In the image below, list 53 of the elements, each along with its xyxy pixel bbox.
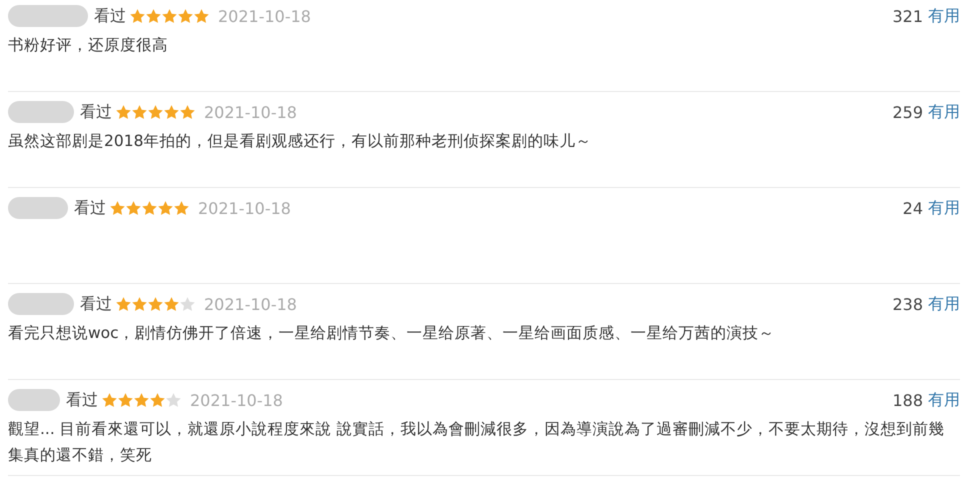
- watched-label: 看过: [80, 102, 112, 122]
- vote-count: 259: [892, 102, 923, 122]
- star-icon: [164, 297, 179, 311]
- star-icon: [134, 393, 149, 407]
- useful-link[interactable]: 有用: [928, 390, 960, 410]
- useful-link[interactable]: 有用: [928, 294, 960, 314]
- star-icon: [146, 9, 161, 23]
- review-date: 2021-10-18: [218, 6, 311, 26]
- star-icon: [164, 105, 179, 119]
- star-icon: [180, 105, 195, 119]
- star-icon: [194, 9, 209, 23]
- blurred-username: [8, 389, 60, 411]
- review-text: 虽然这部剧是2018年拍的，但是看剧观感还行，有以前那种老刑侦探案剧的味儿～: [8, 131, 592, 152]
- useful-link[interactable]: 有用: [928, 102, 960, 122]
- star-icon: [132, 105, 147, 119]
- star-icon: [148, 297, 163, 311]
- star-icon: [158, 201, 173, 215]
- useful-link[interactable]: 有用: [928, 6, 960, 26]
- star-icon: [116, 297, 131, 311]
- review-date: 2021-10-18: [204, 102, 297, 122]
- review-date: 2021-10-18: [198, 198, 291, 218]
- review-date: 2021-10-18: [190, 390, 283, 410]
- star-icon: [150, 393, 165, 407]
- review-date: 2021-10-18: [204, 294, 297, 314]
- star-icon: [148, 105, 163, 119]
- vote-count: 238: [892, 294, 923, 314]
- watched-label: 看过: [66, 390, 98, 410]
- star-icon: [126, 201, 141, 215]
- star-icon: [110, 201, 125, 215]
- review-text: 看完只想说woc，剧情仿佛开了倍速，一星给剧情节奏、一星给原著、一星给画面质感、一星给万茜的演技～: [8, 323, 776, 344]
- vote-count: 188: [892, 390, 923, 410]
- star-icon: [118, 393, 133, 407]
- watched-label: 看过: [94, 6, 126, 26]
- star-icon: [166, 393, 181, 407]
- review-text: 书粉好评，还原度很高: [8, 35, 169, 56]
- star-icon: [102, 393, 117, 407]
- vote-count: 24: [902, 198, 923, 218]
- star-icon: [132, 297, 147, 311]
- watched-label: 看过: [80, 294, 112, 314]
- watched-label: 看过: [74, 198, 106, 218]
- vote-count: 321: [892, 6, 923, 26]
- star-icon: [180, 297, 195, 311]
- star-icon: [174, 201, 189, 215]
- star-icon: [130, 9, 145, 23]
- star-icon: [178, 9, 193, 23]
- blurred-username: [8, 293, 74, 315]
- star-icon: [116, 105, 131, 119]
- star-icon: [142, 201, 157, 215]
- blurred-username: [8, 101, 74, 123]
- review-text: 觀望... 目前看來還可以，就還原小說程度來說 說實話，我以為會刪減很多，因為導演說為了過審刪減不少，不要太期待，沒想到前幾集真的還不錯，笑死: [8, 419, 946, 466]
- useful-link[interactable]: 有用: [928, 198, 960, 218]
- blurred-username: [8, 197, 68, 219]
- star-icon: [162, 9, 177, 23]
